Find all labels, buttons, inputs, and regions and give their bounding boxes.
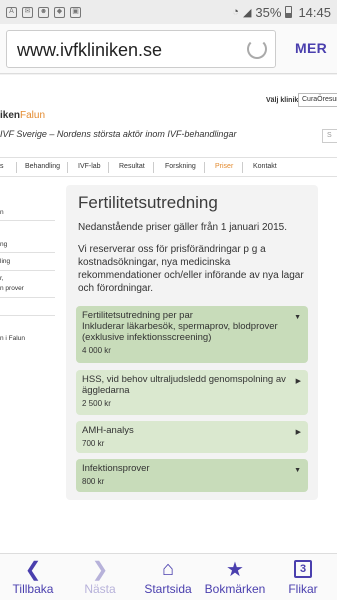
side-nav-item[interactable]: r, xyxy=(0,275,4,282)
collapse-arrow-icon: ▼ xyxy=(294,467,301,474)
browser-toolbar: www.ivfkliniken.se MER xyxy=(0,24,337,74)
site-tagline: IVF Sverige – Nordens största aktör inom… xyxy=(0,129,237,139)
price-item-title: Infektionsprover xyxy=(82,463,150,474)
nav-item-kontakt[interactable]: Kontakt xyxy=(253,163,277,170)
home-icon: ⌂ xyxy=(161,557,175,580)
bookmark-star-icon: ★ xyxy=(226,558,244,581)
expand-arrow-icon: ▶ xyxy=(295,429,301,436)
notification-icons: A ✉ ☻ ◆ ▣ xyxy=(6,6,81,18)
page-title: Fertilitetsutredning xyxy=(78,193,218,212)
side-nav-item[interactable]: ling xyxy=(0,258,10,265)
tabs-icon-wrap: 3 xyxy=(270,558,336,580)
tabs-button[interactable]: 3 Flikar xyxy=(270,558,336,596)
nav-item-forskning[interactable]: Forskning xyxy=(165,163,196,170)
back-label: Tillbaka xyxy=(12,582,54,596)
web-page: ikenFalun IVF Sverige – Nordens största … xyxy=(0,75,337,553)
nav-divider xyxy=(67,162,68,173)
side-nav-divider xyxy=(0,315,55,316)
nav-item-priser[interactable]: Priser xyxy=(215,163,233,170)
side-nav-item[interactable]: n prover xyxy=(0,285,24,292)
price-item-description: Inkluderar läkarbesök, spermaprov, blodp… xyxy=(82,321,278,343)
home-button[interactable]: ⌂ Startsida xyxy=(135,557,201,597)
image-icon: ▣ xyxy=(70,6,81,18)
mail-icon: ✉ xyxy=(22,6,33,18)
nav-item-behandling[interactable]: Behandling xyxy=(25,163,60,170)
nav-item-resultat[interactable]: Resultat xyxy=(119,163,145,170)
site-logo[interactable]: ikenFalun xyxy=(0,110,45,121)
battery-percent: 35% xyxy=(255,4,282,20)
price-content-panel: Fertilitetsutredning Nedanstående priser… xyxy=(66,185,318,500)
game-icon: ☻ xyxy=(38,6,49,18)
nav-divider xyxy=(242,162,243,173)
price-item-fertilitetsutredning[interactable]: Fertilitetsutredning per par Inkluderar … xyxy=(76,306,308,363)
disclaimer-paragraph: Vi reserverar oss för prisförändringar p… xyxy=(78,244,304,294)
chevron-left-icon: ❮ xyxy=(24,558,42,581)
price-item-price: 2 500 kr xyxy=(82,399,111,408)
forward-label: Nästa xyxy=(84,582,116,596)
intro-paragraph: Nedanstående priser gäller från 1 januar… xyxy=(78,222,288,233)
brand-prefix: iken xyxy=(0,110,21,121)
browser-bottom-toolbar: ❮ Tillbaka ❯ Nästa ⌂ Startsida ★ Bokmärk… xyxy=(0,553,337,600)
status-bar: A ✉ ☻ ◆ ▣ ◔ ◢ 35% 14:45 xyxy=(0,0,337,24)
bookmarks-button[interactable]: ★ Bokmärken xyxy=(202,558,268,597)
price-item-title: Fertilitetsutredning per par xyxy=(82,310,193,321)
price-item-hss[interactable]: HSS, vid behov ultraljudsledd genomspoln… xyxy=(76,370,308,415)
nav-divider xyxy=(108,162,109,173)
brand-suffix: Falun xyxy=(20,110,46,121)
price-item-amh-analys[interactable]: AMH-analys 700 kr ▶ xyxy=(76,421,308,453)
nav-divider xyxy=(153,162,154,173)
side-nav-item[interactable]: n xyxy=(0,209,4,216)
bookmarks-label: Bokmärken xyxy=(204,582,266,596)
tabs-icon: 3 xyxy=(294,560,312,578)
side-nav-divider xyxy=(0,252,55,253)
price-item-price: 4 000 kr xyxy=(82,346,111,355)
chevron-right-icon: ❯ xyxy=(91,558,109,581)
battery-icon xyxy=(285,6,293,18)
side-nav-item[interactable]: ng xyxy=(0,241,7,248)
side-nav-divider xyxy=(0,220,55,221)
reload-icon[interactable] xyxy=(247,39,267,59)
price-item-title: AMH-analys xyxy=(82,425,134,436)
side-nav-divider xyxy=(0,297,55,298)
clinic-select[interactable]: CuraÖresund xyxy=(298,93,337,107)
price-item-price: 700 kr xyxy=(82,439,105,448)
collapse-arrow-icon: ▼ xyxy=(294,314,301,321)
wifi-icon: ◔ xyxy=(232,6,239,18)
expand-arrow-icon: ▶ xyxy=(295,378,301,385)
home-label: Startsida xyxy=(144,582,192,596)
side-nav-divider xyxy=(0,270,55,271)
clinic-label: Välj klinik: xyxy=(266,97,301,104)
url-text[interactable]: www.ivfkliniken.se xyxy=(17,40,162,61)
nav-item-ivf-lab[interactable]: IVF-lab xyxy=(78,163,101,170)
price-item-infektionsprover[interactable]: Infektionsprover 800 kr ▼ xyxy=(76,459,308,492)
signal-icon: ◢ xyxy=(242,6,252,19)
clock: 14:45 xyxy=(298,4,331,20)
price-item-price: 800 kr xyxy=(82,477,105,486)
address-bar[interactable]: www.ivfkliniken.se xyxy=(6,30,276,68)
nav-item-0[interactable]: s xyxy=(0,163,4,170)
android-icon: ◆ xyxy=(54,6,65,18)
main-nav: s Behandling IVF-lab Resultat Forskning … xyxy=(0,157,337,177)
more-menu-button[interactable]: MER xyxy=(295,40,327,56)
nav-divider xyxy=(16,162,17,173)
back-button[interactable]: ❮ Tillbaka xyxy=(0,558,66,597)
afi-icon: A xyxy=(6,6,17,18)
side-nav-item[interactable]: n i Falun xyxy=(0,335,25,342)
site-search-input[interactable]: S xyxy=(322,129,337,143)
price-item-title: HSS, vid behov ultraljudsledd genomspoln… xyxy=(82,374,286,396)
nav-divider xyxy=(204,162,205,173)
forward-button[interactable]: ❯ Nästa xyxy=(67,558,133,597)
tabs-label: Flikar xyxy=(288,582,318,596)
